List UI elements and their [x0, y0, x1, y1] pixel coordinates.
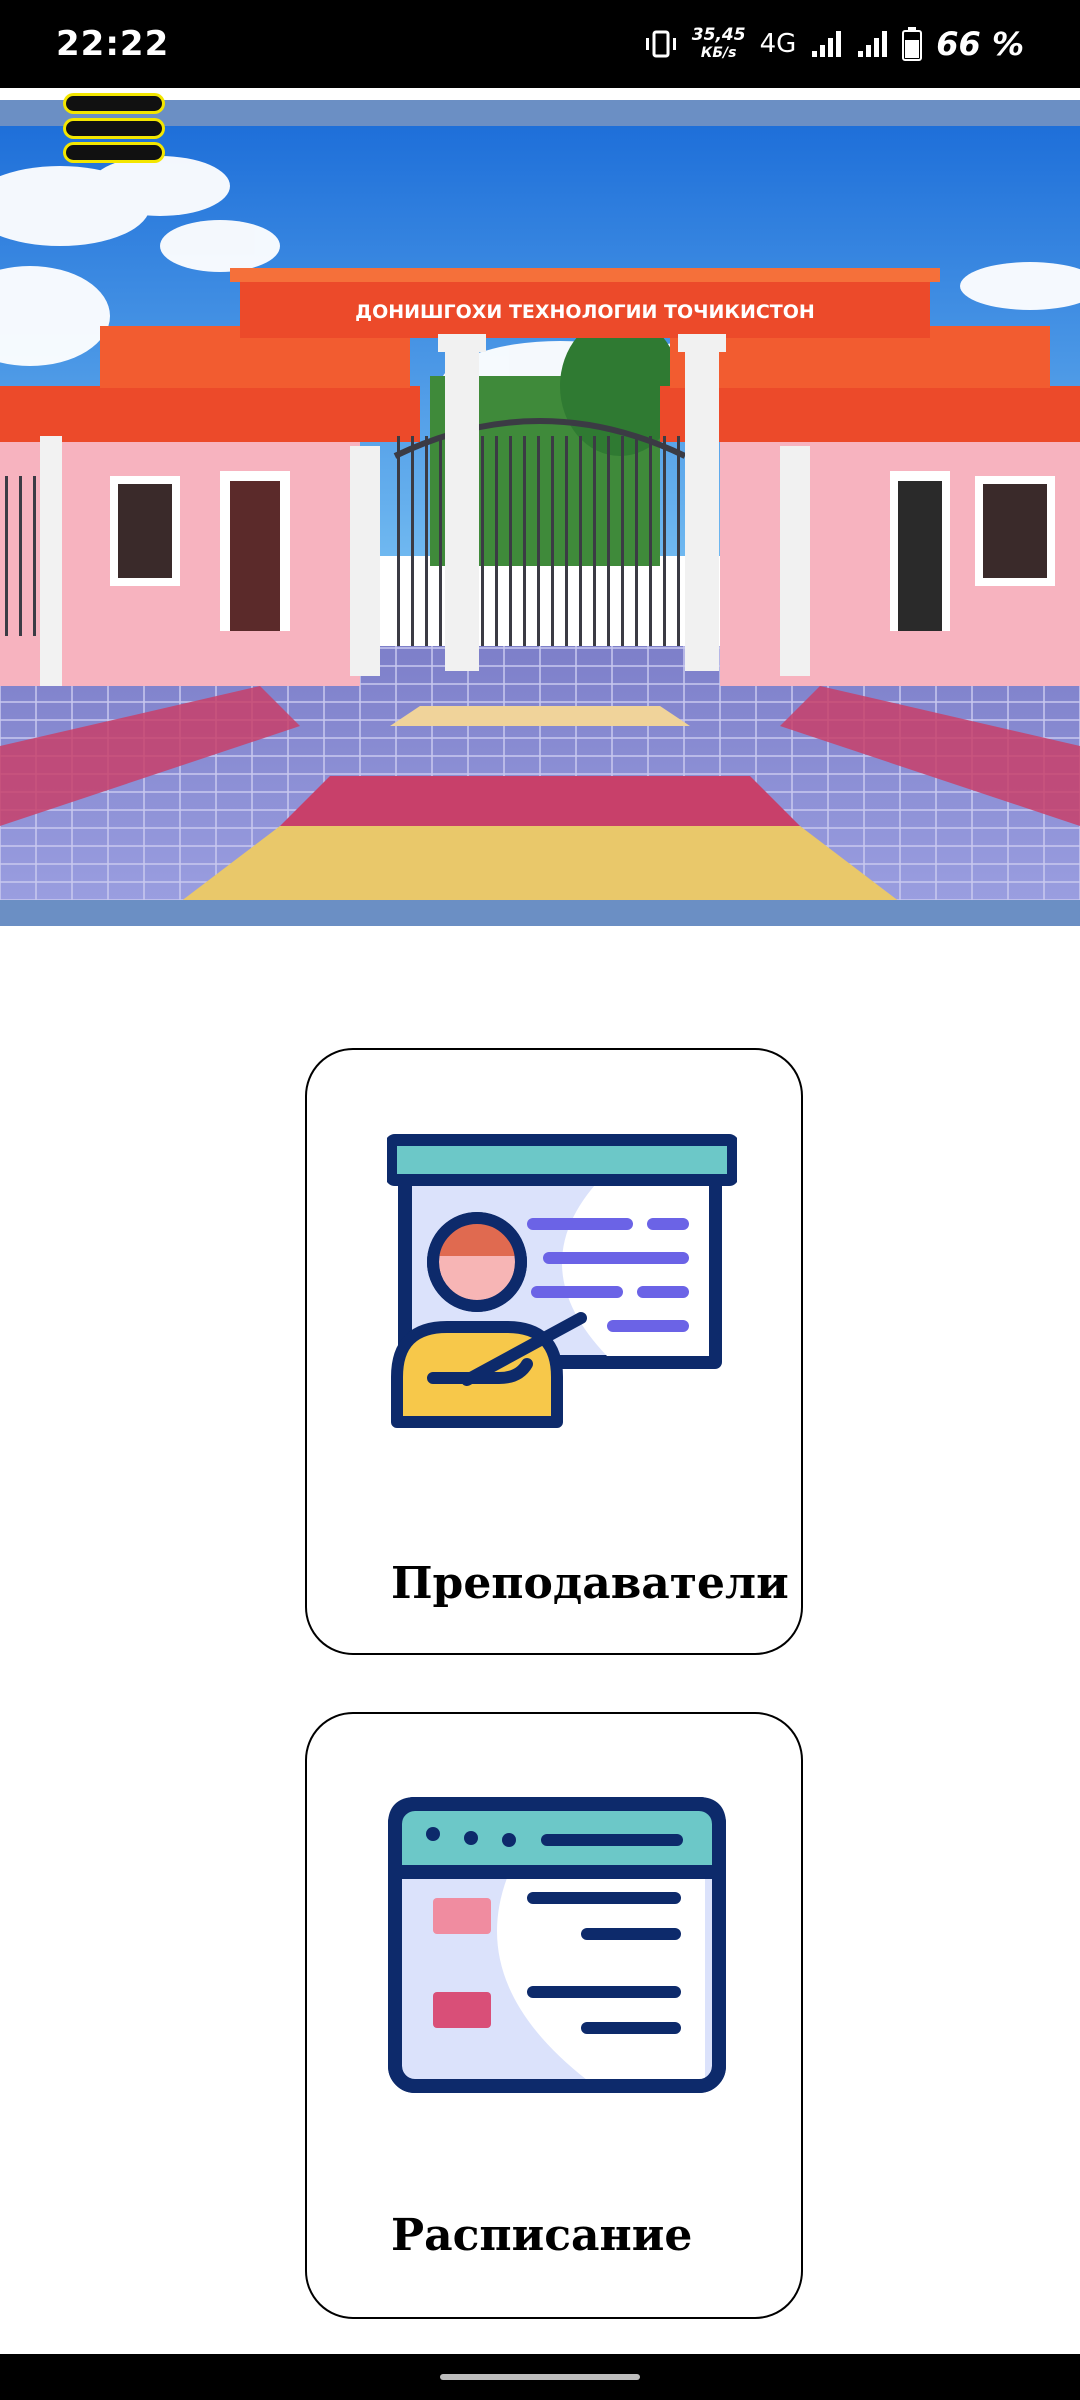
schedule-card-label: Расписание — [391, 2210, 693, 2261]
hamburger-menu-icon[interactable] — [66, 92, 166, 164]
schedule-card-button[interactable]: Расписание — [305, 1712, 803, 2319]
system-navigation-bar — [0, 2354, 1080, 2400]
menu-bar-line — [66, 96, 162, 111]
teachers-card-button[interactable]: Преподаватели — [305, 1048, 803, 1655]
battery-percent: 66 % — [936, 25, 1024, 63]
gate-sign-text: ДОНИШГОХИ ТЕХНОЛОГИИ ТОЧИКИСТОН — [355, 301, 815, 323]
status-bar: 22:22 35,45 КБ/s 4G 66 % — [0, 0, 1080, 88]
teacher-presentation-icon — [387, 1134, 737, 1428]
menu-bar-line — [66, 145, 162, 160]
hero-university-gate-image: ДОНИШГОХИ ТЕХНОЛОГИИ ТОЧИКИСТОН — [0, 126, 1080, 902]
status-time: 22:22 — [56, 24, 170, 64]
signal-icon-sim2 — [858, 31, 888, 57]
network-speed: 35,45 КБ/s — [692, 26, 746, 62]
schedule-window-icon — [388, 1797, 726, 2093]
hero-bottom-accent — [0, 900, 1080, 926]
signal-icon — [812, 31, 842, 57]
net-speed-value: 35,45 — [691, 25, 746, 45]
teachers-card-label: Преподаватели — [391, 1558, 789, 1609]
home-gesture-pill[interactable] — [440, 2374, 640, 2380]
net-speed-unit: КБ/s — [700, 45, 737, 61]
menu-bar-line — [66, 120, 162, 136]
battery-icon — [902, 27, 923, 61]
status-icons: 35,45 КБ/s 4G 66 % — [644, 25, 1024, 63]
vibrate-icon — [645, 30, 676, 58]
university-gate-illustration: ДОНИШГОХИ ТЕХНОЛОГИИ ТОЧИКИСТОН — [0, 126, 1080, 902]
network-type: 4G — [759, 29, 797, 59]
